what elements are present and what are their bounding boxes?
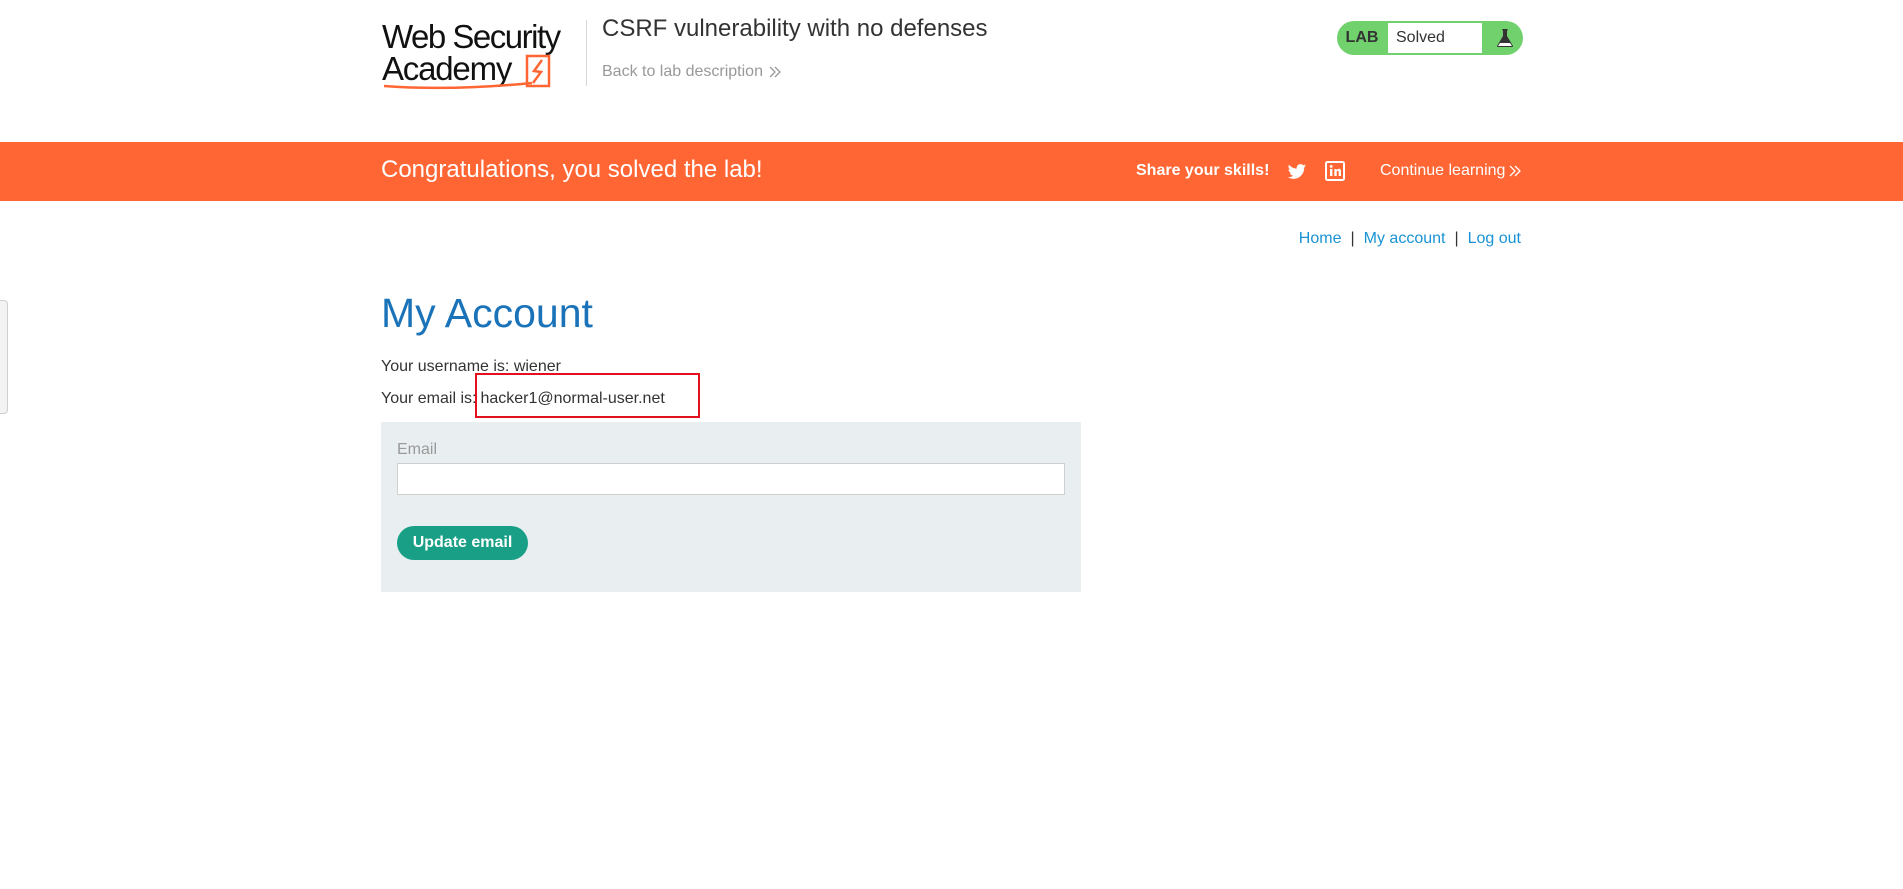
side-edge-tab[interactable] xyxy=(0,300,8,414)
nav-home-link[interactable]: Home xyxy=(1299,230,1342,247)
banner-message: Congratulations, you solved the lab! xyxy=(381,156,763,183)
nav-my-account-link[interactable]: My account xyxy=(1364,230,1446,247)
continue-learning-label: Continue learning xyxy=(1380,162,1506,179)
email-field-label: Email xyxy=(397,441,438,458)
solved-banner: Congratulations, you solved the lab! Sha… xyxy=(0,142,1903,201)
double-chevron-right-icon xyxy=(1509,165,1522,177)
email-field[interactable] xyxy=(397,463,1065,495)
double-chevron-right-icon xyxy=(769,66,781,78)
lab-tag: LAB xyxy=(1345,29,1379,46)
header-divider xyxy=(586,20,587,86)
lab-title: CSRF vulnerability with no defenses xyxy=(602,15,988,42)
continue-learning-link[interactable]: Continue learning xyxy=(1380,162,1522,180)
page: Web Security Academy CSRF vulnerability … xyxy=(0,0,1903,889)
twitter-icon[interactable] xyxy=(1287,162,1307,182)
back-to-lab-description-link[interactable]: Back to lab description xyxy=(602,63,781,81)
email-prefix: Your email is: xyxy=(381,390,477,407)
nav-log-out-link[interactable]: Log out xyxy=(1468,230,1521,247)
lab-header: Web Security Academy CSRF vulnerability … xyxy=(0,0,1903,142)
back-link-label: Back to lab description xyxy=(602,63,763,80)
academy-logo[interactable]: Web Security Academy xyxy=(382,16,582,94)
lab-status-text: Solved xyxy=(1388,23,1482,53)
lab-status-widget: LAB Solved xyxy=(1337,21,1523,55)
change-email-form: Email Update email xyxy=(381,422,1081,592)
update-email-button[interactable]: Update email xyxy=(397,526,528,560)
nav-separator: | xyxy=(1454,230,1459,247)
flask-icon xyxy=(1486,21,1523,55)
linkedin-icon[interactable] xyxy=(1325,161,1345,181)
top-nav: Home | My account | Log out xyxy=(1299,230,1521,248)
share-label: Share your skills! xyxy=(1136,162,1270,179)
email-highlight-box xyxy=(475,373,700,418)
page-title: My Account xyxy=(381,290,593,336)
nav-separator: | xyxy=(1350,230,1355,247)
logo-line2: Academy xyxy=(382,50,513,87)
